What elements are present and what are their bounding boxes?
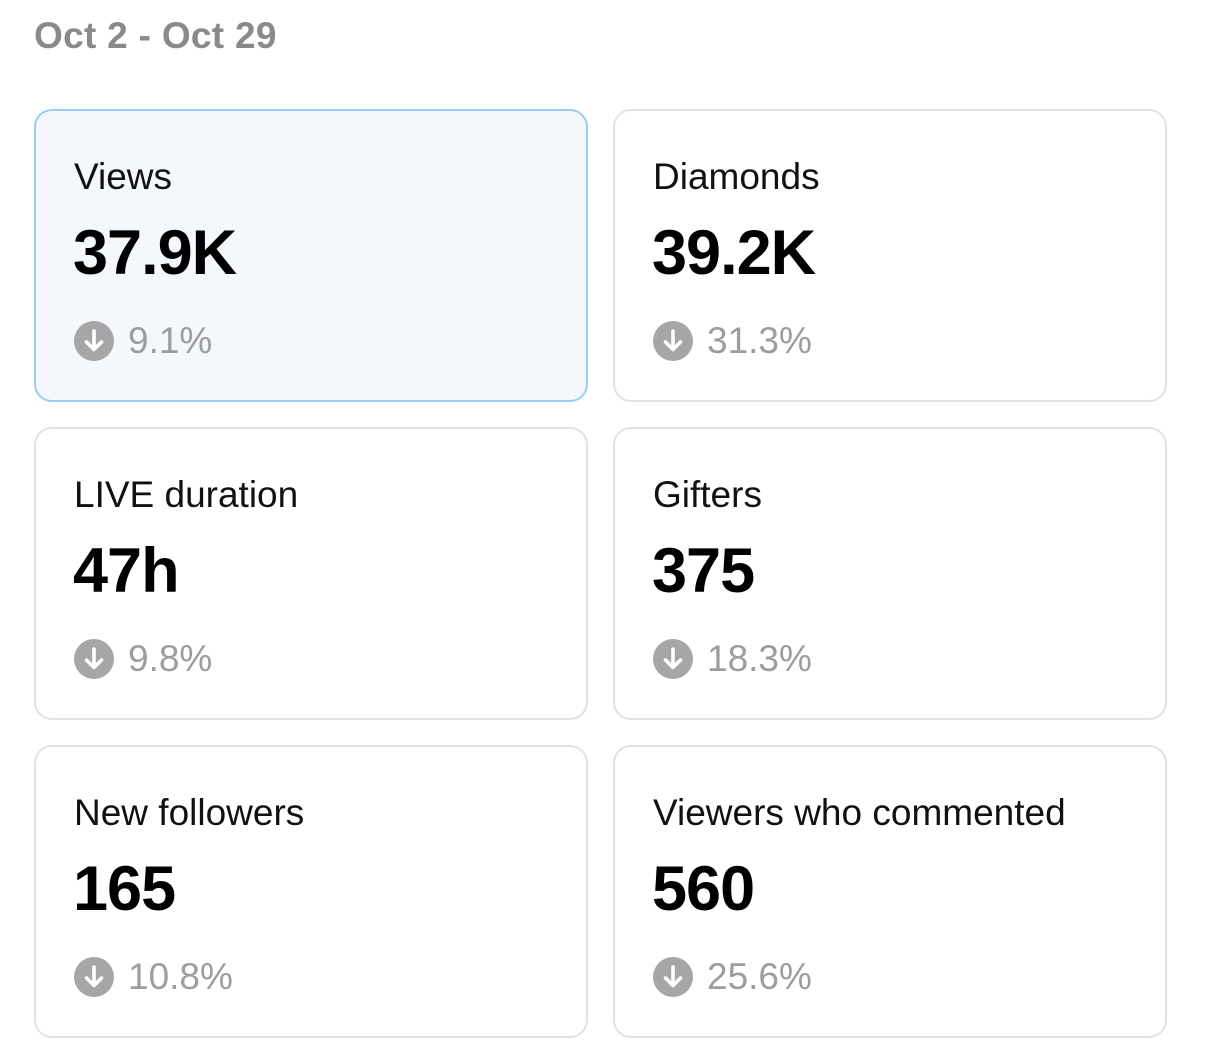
metric-card-live-duration[interactable]: LIVE duration 47h 9.8% <box>34 427 588 720</box>
metric-change-percent: 9.8% <box>128 638 213 679</box>
metric-card-viewers-who-commented[interactable]: Viewers who commented 560 25.6% <box>613 745 1167 1038</box>
metric-change: 31.3% <box>653 321 812 361</box>
metric-change: 9.8% <box>74 639 212 679</box>
metric-label: Diamonds <box>653 156 820 197</box>
metric-change-percent: 25.6% <box>707 956 812 997</box>
metric-change: 10.8% <box>74 957 233 997</box>
arrow-down-circle-icon <box>653 321 693 361</box>
metric-label: Views <box>74 156 173 197</box>
metric-value: 165 <box>73 854 176 924</box>
arrow-down-circle-icon <box>653 957 693 997</box>
metric-label: Gifters <box>653 474 762 515</box>
metric-value: 375 <box>652 536 755 606</box>
arrow-down-circle-icon <box>74 639 114 679</box>
date-range: Oct 2 - Oct 29 <box>34 15 277 56</box>
metric-change: 18.3% <box>653 639 812 679</box>
arrow-down-circle-icon <box>74 957 114 997</box>
metric-change: 9.1% <box>74 321 212 361</box>
metric-value: 37.9K <box>73 218 237 288</box>
metrics-grid: Views 37.9K 9.1% Diamonds 39.2K 31.3% LI… <box>34 109 1167 1038</box>
metric-card-views[interactable]: Views 37.9K 9.1% <box>34 109 588 402</box>
metric-value: 560 <box>652 854 755 924</box>
metric-value: 47h <box>73 536 180 606</box>
metric-change-percent: 9.1% <box>128 320 213 361</box>
metric-value: 39.2K <box>652 218 816 288</box>
metric-label: Viewers who commented <box>653 792 1066 833</box>
metric-card-gifters[interactable]: Gifters 375 18.3% <box>613 427 1167 720</box>
arrow-down-circle-icon <box>653 639 693 679</box>
metric-change-percent: 31.3% <box>707 320 812 361</box>
metric-card-new-followers[interactable]: New followers 165 10.8% <box>34 745 588 1038</box>
metric-change-percent: 18.3% <box>707 638 812 679</box>
arrow-down-circle-icon <box>74 321 114 361</box>
metric-label: New followers <box>74 792 305 833</box>
metric-change-percent: 10.8% <box>128 956 233 997</box>
metric-label: LIVE duration <box>74 474 299 515</box>
metric-change: 25.6% <box>653 957 812 997</box>
metric-card-diamonds[interactable]: Diamonds 39.2K 31.3% <box>613 109 1167 402</box>
